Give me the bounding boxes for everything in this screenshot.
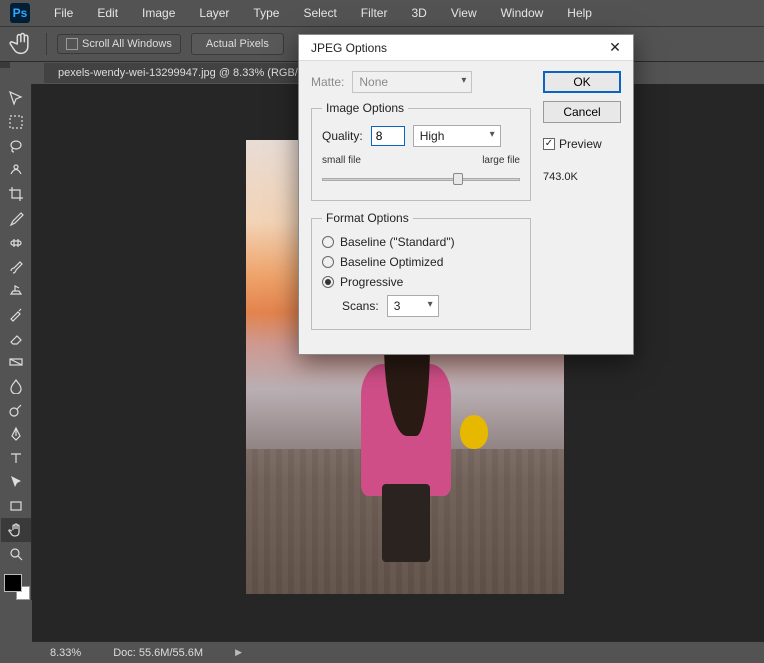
dialog-titlebar[interactable]: JPEG Options ✕ <box>299 35 633 61</box>
doc-size[interactable]: Doc: 55.6M/55.6M <box>113 647 203 659</box>
format-options-group: Format Options Baseline ("Standard") Bas… <box>311 211 531 330</box>
color-swatches[interactable] <box>2 572 30 600</box>
scans-select[interactable]: 3 <box>387 295 439 317</box>
checkbox-icon <box>543 138 555 150</box>
dialog-title: JPEG Options <box>311 41 387 55</box>
image-options-group: Image Options Quality: High small file l… <box>311 101 531 201</box>
menu-view[interactable]: View <box>441 2 487 24</box>
dodge-tool[interactable] <box>1 398 31 422</box>
app-logo: Ps <box>10 3 30 23</box>
healing-brush-tool[interactable] <box>1 230 31 254</box>
filesize-readout: 743.0K <box>543 171 621 183</box>
quality-slider[interactable] <box>322 170 520 188</box>
format-options-legend: Format Options <box>322 211 413 225</box>
baseline-standard-label: Baseline ("Standard") <box>340 235 455 249</box>
menu-edit[interactable]: Edit <box>87 2 128 24</box>
preview-checkbox[interactable]: Preview <box>543 137 621 151</box>
scans-label: Scans: <box>342 299 379 313</box>
marquee-tool[interactable] <box>1 110 31 134</box>
zoom-level[interactable]: 8.33% <box>50 647 81 659</box>
yellow-buoy <box>460 415 488 449</box>
menu-help[interactable]: Help <box>557 2 602 24</box>
pen-tool[interactable] <box>1 422 31 446</box>
panel-dock-grip[interactable] <box>0 62 10 68</box>
status-flyout-icon[interactable]: ▶ <box>235 647 242 658</box>
menu-filter[interactable]: Filter <box>351 2 398 24</box>
document-tab-bar: pexels-wendy-wei-13299947.jpg @ 8.33% (R… <box>44 62 312 84</box>
status-bar: 8.33% Doc: 55.6M/55.6M ▶ <box>32 641 764 663</box>
quality-label: Quality: <box>322 129 363 143</box>
menu-file[interactable]: File <box>44 2 83 24</box>
gradient-tool[interactable] <box>1 350 31 374</box>
quality-preset-select[interactable]: High <box>413 125 501 147</box>
matte-select: None <box>352 71 472 93</box>
large-file-label: large file <box>482 155 520 166</box>
lasso-tool[interactable] <box>1 134 31 158</box>
image-options-legend: Image Options <box>322 101 408 115</box>
divider <box>46 33 47 55</box>
jpeg-options-dialog: JPEG Options ✕ Matte: None Image Options… <box>298 34 634 355</box>
eyedropper-tool[interactable] <box>1 206 31 230</box>
path-select-tool[interactable] <box>1 470 31 494</box>
document-tab[interactable]: pexels-wendy-wei-13299947.jpg @ 8.33% (R… <box>44 63 312 83</box>
brush-tool[interactable] <box>1 254 31 278</box>
actual-pixels-button[interactable]: Actual Pixels <box>191 33 284 55</box>
progressive-radio[interactable]: Progressive <box>322 275 520 289</box>
slider-thumb-icon[interactable] <box>453 173 463 185</box>
scroll-all-label: Scroll All Windows <box>82 38 172 50</box>
baseline-optimized-label: Baseline Optimized <box>340 255 443 269</box>
clone-stamp-tool[interactable] <box>1 278 31 302</box>
foreground-color-swatch[interactable] <box>4 574 22 592</box>
menu-select[interactable]: Select <box>293 2 346 24</box>
crop-tool[interactable] <box>1 182 31 206</box>
blur-tool[interactable] <box>1 374 31 398</box>
menu-type[interactable]: Type <box>243 2 289 24</box>
menu-bar: Ps File Edit Image Layer Type Select Fil… <box>0 0 764 26</box>
baseline-standard-radio[interactable]: Baseline ("Standard") <box>322 235 520 249</box>
hand-tool[interactable] <box>1 518 31 542</box>
close-icon[interactable]: ✕ <box>605 38 625 58</box>
menu-layer[interactable]: Layer <box>189 2 239 24</box>
menu-image[interactable]: Image <box>132 2 185 24</box>
progressive-label: Progressive <box>340 275 403 289</box>
checkbox-icon <box>66 38 78 50</box>
eraser-tool[interactable] <box>1 326 31 350</box>
menu-window[interactable]: Window <box>491 2 554 24</box>
quick-select-tool[interactable] <box>1 158 31 182</box>
type-tool[interactable] <box>1 446 31 470</box>
zoom-tool[interactable] <box>1 542 31 566</box>
tool-palette <box>0 84 32 600</box>
history-brush-tool[interactable] <box>1 302 31 326</box>
ok-button[interactable]: OK <box>543 71 621 93</box>
matte-label: Matte: <box>311 75 344 89</box>
hand-tool-icon <box>8 32 36 56</box>
move-tool[interactable] <box>1 86 31 110</box>
baseline-optimized-radio[interactable]: Baseline Optimized <box>322 255 520 269</box>
preview-label: Preview <box>559 137 602 151</box>
scroll-all-windows-checkbox[interactable]: Scroll All Windows <box>57 34 181 54</box>
small-file-label: small file <box>322 155 361 166</box>
cancel-button[interactable]: Cancel <box>543 101 621 123</box>
menu-3d[interactable]: 3D <box>401 2 436 24</box>
rectangle-tool[interactable] <box>1 494 31 518</box>
quality-input[interactable] <box>371 126 405 146</box>
